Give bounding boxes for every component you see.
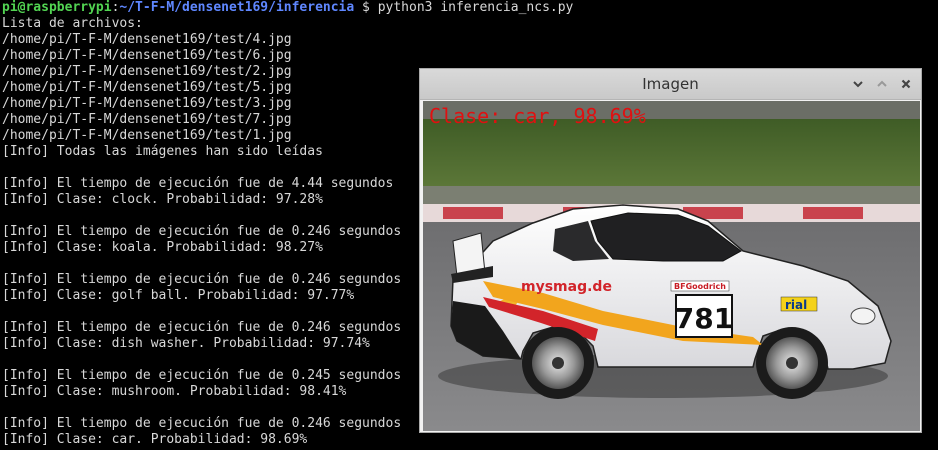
prompt-symbol: $ — [354, 0, 378, 15]
sponsor-rial: rial — [785, 298, 807, 312]
terminal-line: /home/pi/T-F-M/densenet169/test/4.jpg — [2, 32, 292, 47]
window-title: Imagen — [642, 75, 699, 93]
terminal-line: Lista de archivos: — [2, 16, 143, 31]
image-canvas: mysmag.de BFGoodrich rial 781 Clase: car… — [423, 101, 920, 431]
window-menu-button[interactable] — [850, 76, 866, 92]
prompt-user-host: pi@raspberrypi — [2, 0, 112, 15]
chevron-up-icon — [877, 80, 887, 87]
classification-label: Clase: car, 98.69% — [429, 104, 646, 128]
prompt-line: pi@raspberrypi:~/T-F-M/densenet169/infer… — [2, 0, 938, 16]
terminal-line: /home/pi/T-F-M/densenet169/test/6.jpg — [2, 48, 292, 63]
window-maximize-button[interactable] — [874, 76, 890, 92]
chevron-down-icon — [853, 81, 863, 88]
window-close-button[interactable] — [898, 76, 914, 92]
race-car-photo: mysmag.de BFGoodrich rial 781 — [423, 101, 920, 431]
car-number: 781 — [675, 302, 733, 335]
terminal-line: [Info] Clase: car. Probabilidad: 98.69% — [2, 432, 308, 447]
prompt-path: ~/T-F-M/densenet169/inferencia — [119, 0, 355, 15]
prompt-command: python3 inferencia_ncs.py — [377, 0, 574, 15]
window-titlebar[interactable]: Imagen — [420, 69, 921, 100]
close-icon — [901, 79, 911, 89]
image-window[interactable]: Imagen mysmag.de BFGoodrich rial 781 Cla… — [419, 68, 922, 433]
sponsor-bfgoodrich: BFGoodrich — [674, 282, 726, 291]
sponsor-mysmag: mysmag.de — [521, 279, 612, 295]
